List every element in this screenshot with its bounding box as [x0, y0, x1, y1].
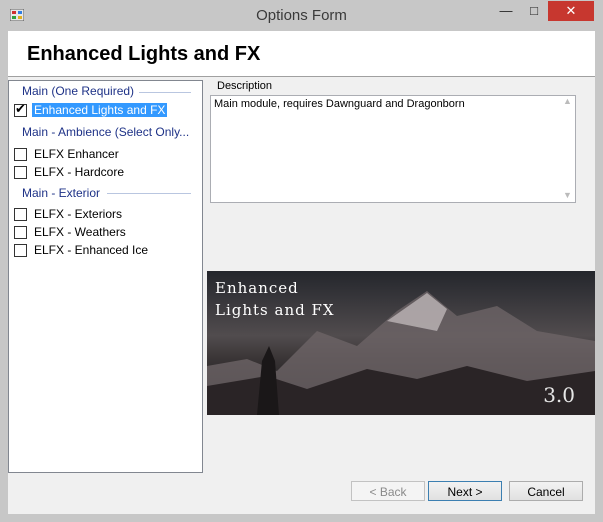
back-button[interactable]: < Back — [351, 481, 425, 501]
checkbox[interactable] — [14, 226, 27, 239]
option-label: ELFX - Hardcore — [34, 165, 125, 179]
option-enhanced-lights-and-fx[interactable]: ✔ Enhanced Lights and FX — [14, 101, 184, 119]
close-icon: ✕ — [565, 3, 577, 18]
cancel-button[interactable]: Cancel — [509, 481, 583, 501]
options-list[interactable]: Main (One Required) ✔ Enhanced Lights an… — [8, 80, 203, 473]
checkbox[interactable] — [14, 244, 27, 257]
scroll-up-icon[interactable]: ▲ — [563, 96, 572, 106]
image-title: Enhanced Lights and FX — [215, 277, 335, 321]
check-icon: ✔ — [15, 101, 26, 116]
image-title-line2: Lights and FX — [215, 301, 335, 319]
option-label: ELFX - Exteriors — [34, 207, 123, 221]
option-label: ELFX - Weathers — [34, 225, 126, 239]
close-button[interactable]: ✕ — [548, 1, 594, 21]
option-label: ELFX Enhancer — [34, 147, 119, 161]
group-header-ambience: Main - Ambience (Select Only... — [22, 125, 190, 139]
option-elfx-exteriors[interactable]: ELFX - Exteriors — [14, 206, 184, 223]
next-button[interactable]: Next > — [428, 481, 502, 501]
header-banner: Enhanced Lights and FX — [8, 31, 595, 76]
options-window: Options Form — □ ✕ Enhanced Lights and F… — [0, 0, 603, 522]
checkbox[interactable] — [14, 148, 27, 161]
title-bar[interactable]: Options Form — □ ✕ — [0, 0, 603, 31]
option-label: ELFX - Enhanced Ice — [34, 243, 149, 257]
description-scrollbar[interactable]: ▲ ▼ — [560, 96, 575, 202]
group-header-exterior: Main - Exterior — [22, 186, 101, 200]
image-version: 3.0 — [543, 383, 575, 407]
description-textbox[interactable]: Main module, requires Dawnguard and Drag… — [210, 95, 576, 203]
option-elfx-enhancer[interactable]: ELFX Enhancer — [14, 146, 184, 163]
checkbox[interactable] — [14, 208, 27, 221]
maximize-button[interactable]: □ — [520, 1, 548, 21]
group-divider — [107, 193, 191, 194]
description-label: Description — [216, 80, 274, 92]
description-text: Main module, requires Dawnguard and Drag… — [214, 98, 465, 110]
option-elfx-hardcore[interactable]: ELFX - Hardcore — [14, 164, 184, 181]
minimize-button[interactable]: — — [492, 1, 520, 21]
description-group: Main module, requires Dawnguard and Drag… — [209, 80, 582, 210]
maximize-icon: □ — [530, 3, 538, 18]
option-label: Enhanced Lights and FX — [32, 103, 168, 117]
option-elfx-enhanced-ice[interactable]: ELFX - Enhanced Ice — [14, 242, 184, 259]
minimize-icon: — — [499, 3, 513, 18]
header-divider — [8, 76, 595, 77]
image-title-line1: Enhanced — [215, 279, 299, 297]
page-title: Enhanced Lights and FX — [27, 43, 261, 65]
checkbox[interactable] — [14, 166, 27, 179]
scroll-down-icon[interactable]: ▼ — [563, 190, 572, 200]
checkbox[interactable]: ✔ — [14, 101, 27, 117]
mod-preview-image: Enhanced Lights and FX 3.0 — [207, 271, 595, 415]
client-area: Enhanced Lights and FX Main (One Require… — [8, 31, 595, 514]
group-header-main: Main (One Required) — [22, 84, 135, 98]
group-divider — [139, 92, 191, 93]
option-elfx-weathers[interactable]: ELFX - Weathers — [14, 224, 184, 241]
